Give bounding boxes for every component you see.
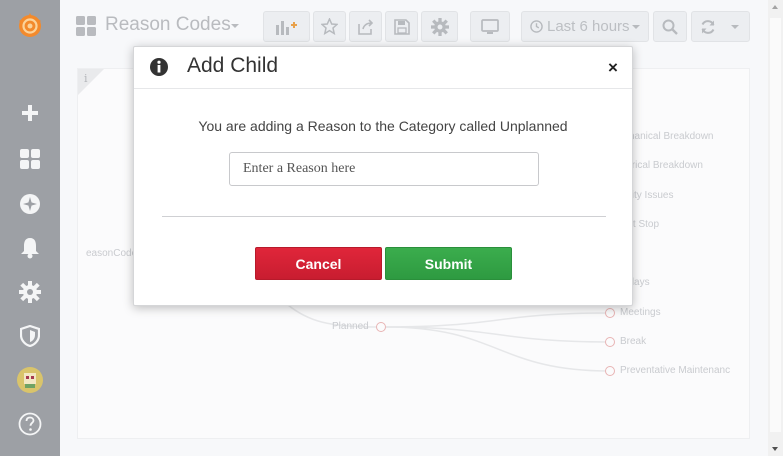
add-child-modal: Add Child × You are adding a Reason to t…	[133, 46, 633, 306]
zoom-out-button[interactable]	[653, 11, 687, 42]
tv-mode-button[interactable]	[470, 11, 510, 42]
refresh-button[interactable]	[691, 11, 750, 42]
modal-title: Add Child	[187, 54, 279, 77]
tree-leaf-label: Meetings	[620, 307, 661, 318]
tree-root-label: easonCode	[86, 248, 138, 259]
tree-node[interactable]	[376, 322, 386, 332]
scrollbar[interactable]	[768, 0, 783, 456]
time-range-label: Last 6 hours	[547, 18, 630, 35]
help-icon[interactable]	[16, 410, 44, 438]
star-button[interactable]	[313, 11, 346, 42]
grafana-logo-icon[interactable]	[16, 12, 44, 40]
settings-button[interactable]	[421, 11, 458, 42]
cancel-button[interactable]: Cancel	[255, 247, 382, 280]
tree-leaf[interactable]	[605, 308, 615, 318]
scroll-thumb[interactable]	[770, 18, 781, 432]
tree-leaf-label: Break	[620, 336, 647, 347]
scroll-down-arrow[interactable]	[772, 447, 778, 451]
add-panel-icon	[275, 20, 297, 35]
dashboard-title[interactable]: Reason Codes	[105, 14, 231, 36]
time-picker-button[interactable]: Last 6 hours	[521, 11, 649, 42]
save-icon	[393, 18, 410, 35]
divider	[162, 216, 606, 217]
search-icon	[662, 19, 678, 35]
chevron-down-icon	[632, 25, 640, 29]
caret-down-icon[interactable]	[731, 25, 739, 29]
scroll-up-arrow[interactable]	[772, 5, 778, 9]
tree-leaf-label: chanical Breakdown	[624, 131, 714, 142]
save-button[interactable]	[385, 11, 418, 42]
sidebar	[0, 0, 60, 456]
plus-icon[interactable]	[16, 99, 44, 127]
clock-icon	[530, 20, 543, 33]
bell-icon[interactable]	[16, 234, 44, 262]
tree-node-label: Planned	[332, 321, 369, 332]
shield-icon[interactable]	[16, 322, 44, 350]
tree-leaf[interactable]	[605, 366, 615, 376]
explore-icon[interactable]	[16, 190, 44, 218]
tree-leaf-label: Preventative Maintenanc	[620, 365, 731, 376]
chevron-down-icon[interactable]	[231, 24, 239, 28]
modal-message: You are adding a Reason to the Category …	[198, 118, 568, 134]
refresh-icon	[701, 19, 715, 34]
settings-icon	[430, 17, 449, 36]
share-icon	[358, 18, 374, 35]
modal-header: Add Child ×	[134, 47, 632, 89]
info-circle-icon	[149, 57, 169, 77]
share-button[interactable]	[349, 11, 382, 42]
user-avatar-icon[interactable]	[16, 366, 44, 394]
dashboard-navbar: Reason Codes Last 6 hours	[60, 0, 768, 52]
close-icon[interactable]: ×	[608, 58, 618, 78]
reason-input[interactable]	[229, 152, 539, 186]
tv-icon	[481, 18, 499, 34]
submit-button[interactable]: Submit	[385, 247, 512, 280]
gear-icon[interactable]	[16, 278, 44, 306]
dashboards-icon[interactable]	[16, 145, 44, 173]
star-icon	[321, 18, 338, 35]
tree-leaf-label: ctrical Breakdown	[624, 160, 703, 171]
dashboards-icon	[76, 16, 96, 36]
add-panel-button[interactable]	[263, 11, 310, 42]
tree-leaf[interactable]	[605, 337, 615, 347]
